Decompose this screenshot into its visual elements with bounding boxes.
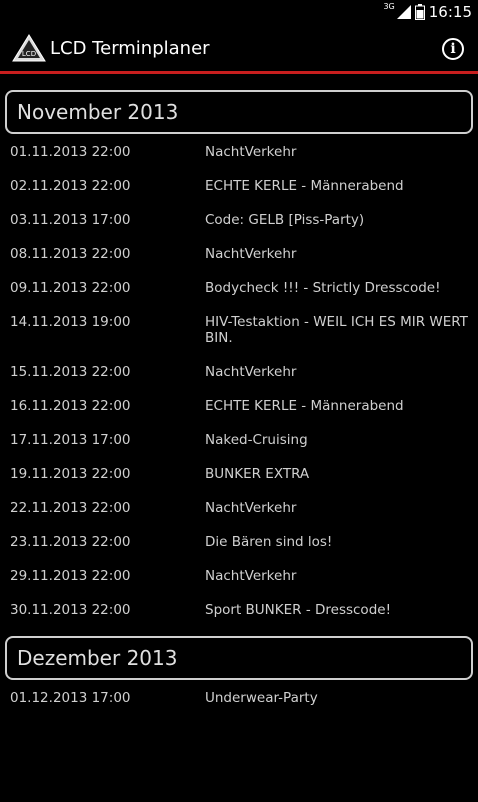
event-title: NachtVerkehr [205, 144, 297, 160]
event-date: 08.11.2013 22:00 [10, 246, 131, 262]
event-title: NachtVerkehr [205, 364, 297, 380]
event-date: 14.11.2013 19:00 [10, 314, 131, 330]
event-date: 15.11.2013 22:00 [10, 364, 131, 380]
list-item[interactable]: 30.11.2013 22:00 Sport BUNKER - Dresscode… [0, 602, 478, 618]
network-type: 3G [383, 1, 395, 11]
app-title: LCD Terminplaner [50, 38, 210, 59]
list-item[interactable]: 03.11.2013 17:00 Code: GELB [Piss-Party) [0, 212, 478, 228]
event-date: 16.11.2013 22:00 [10, 398, 131, 414]
event-date: 01.11.2013 22:00 [10, 144, 131, 160]
event-title: Code: GELB [Piss-Party) [205, 212, 365, 228]
list-item[interactable]: 16.11.2013 22:00 ECHTE KERLE - Männeraben… [0, 398, 478, 414]
event-date: 17.11.2013 17:00 [10, 432, 131, 448]
list-item[interactable]: 01.12.2013 17:00 Underwear-Party [0, 690, 478, 706]
info-icon[interactable]: i [442, 38, 464, 60]
status-bar: 3G 16:15 [0, 0, 478, 26]
event-date: 19.11.2013 22:00 [10, 466, 131, 482]
event-title: ECHTE KERLE - Männerabend [205, 398, 404, 414]
event-date: 09.11.2013 22:00 [10, 280, 131, 296]
event-title: Underwear-Party [205, 690, 318, 706]
event-date: 01.12.2013 17:00 [10, 690, 131, 706]
event-title: Die Bären sind los! [205, 534, 333, 550]
list-item[interactable]: 09.11.2013 22:00 Bodycheck !!! - Strictly… [0, 280, 478, 296]
event-title: ECHTE KERLE - Männerabend [205, 178, 404, 194]
event-date: 03.11.2013 17:00 [10, 212, 131, 228]
month-header: Dezember 2013 [5, 636, 473, 680]
svg-text:LCD: LCD [22, 50, 36, 58]
list-item[interactable]: 08.11.2013 22:00 NachtVerkehr [0, 246, 478, 262]
event-date: 22.11.2013 22:00 [10, 500, 131, 516]
clock: 16:15 [428, 3, 472, 21]
battery-icon [414, 4, 425, 20]
event-title: NachtVerkehr [205, 246, 297, 262]
event-date: 29.11.2013 22:00 [10, 568, 131, 584]
event-title: BUNKER EXTRA [205, 466, 310, 482]
event-title: Sport BUNKER - Dresscode! [205, 602, 391, 618]
list-item[interactable]: 19.11.2013 22:00 BUNKER EXTRA [0, 466, 478, 482]
event-title: HIV-Testaktion - WEIL ICH ES MIR WERT BI… [205, 314, 468, 346]
event-date: 02.11.2013 22:00 [10, 178, 131, 194]
list-item[interactable]: 01.11.2013 22:00 NachtVerkehr [0, 144, 478, 160]
event-list[interactable]: November 2013 01.11.2013 22:00 NachtVerke… [0, 74, 478, 802]
event-date: 30.11.2013 22:00 [10, 602, 131, 618]
signal-icon [396, 5, 411, 19]
list-item[interactable]: 14.11.2013 19:00 HIV-Testaktion - WEIL IC… [0, 314, 478, 346]
month-header: November 2013 [5, 90, 473, 134]
event-title: Naked-Cruising [205, 432, 308, 448]
event-title: NachtVerkehr [205, 568, 297, 584]
event-title: Bodycheck !!! - Strictly Dresscode! [205, 280, 441, 296]
app-logo-icon[interactable]: LCD [12, 34, 46, 62]
list-item[interactable]: 17.11.2013 17:00 Naked-Cruising [0, 432, 478, 448]
event-date: 23.11.2013 22:00 [10, 534, 131, 550]
list-item[interactable]: 22.11.2013 22:00 NachtVerkehr [0, 500, 478, 516]
list-item[interactable]: 15.11.2013 22:00 NachtVerkehr [0, 364, 478, 380]
list-item[interactable]: 02.11.2013 22:00 ECHTE KERLE - Männeraben… [0, 178, 478, 194]
list-item[interactable]: 23.11.2013 22:00 Die Bären sind los! [0, 534, 478, 550]
event-title: NachtVerkehr [205, 500, 297, 516]
list-item[interactable]: 29.11.2013 22:00 NachtVerkehr [0, 568, 478, 584]
